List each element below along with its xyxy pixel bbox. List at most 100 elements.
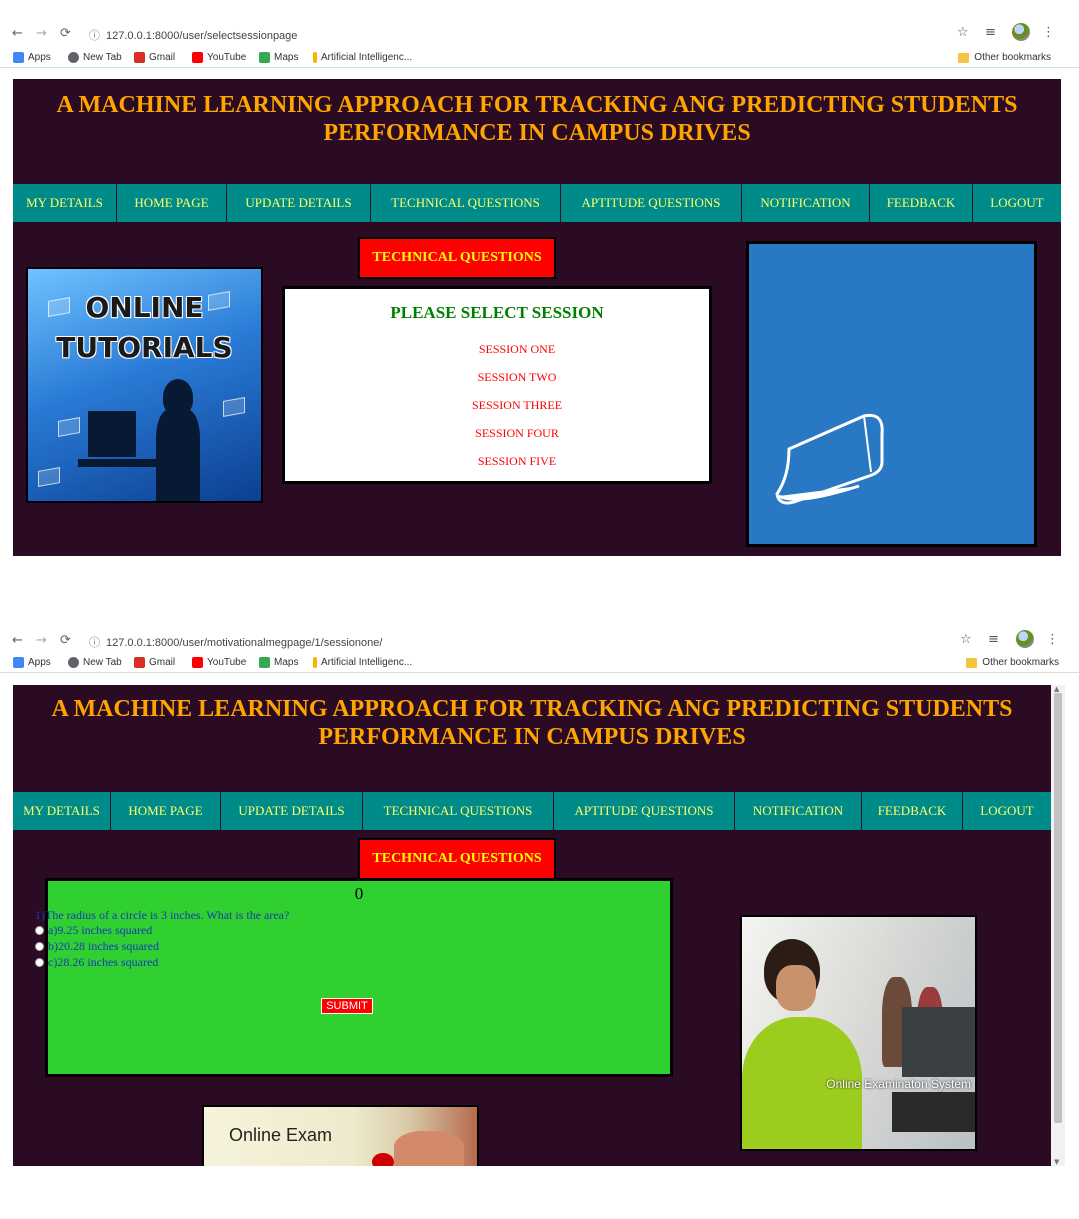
info-icon[interactable]: ⓘ: [89, 30, 100, 42]
reload-icon[interactable]: ⟳: [60, 26, 71, 41]
session-select-panel: PLEASE SELECT SESSION SESSION ONE SESSIO…: [282, 286, 712, 484]
bookmark-label: Maps: [274, 52, 299, 63]
site-title: A MACHINE LEARNING APPROACH FOR TRACKING…: [51, 696, 1013, 750]
menu-notification[interactable]: NOTIFICATION: [735, 792, 862, 830]
session-link-two[interactable]: SESSION TWO: [325, 363, 709, 391]
url-text: 127.0.0.1:8000/user/motivationalmegpage/…: [106, 637, 383, 649]
option-label: a)9.25 inches squared: [48, 923, 153, 937]
folder-icon: [966, 657, 978, 668]
other-bookmarks[interactable]: Other bookmarks: [958, 52, 1051, 63]
hand-graphic: [394, 1131, 464, 1166]
star-icon[interactable]: ☆: [957, 25, 969, 40]
arrow-left-icon[interactable]: ←: [12, 633, 23, 648]
reload-icon[interactable]: ⟳: [60, 633, 71, 648]
menu-my-details[interactable]: MY DETAILS: [13, 184, 117, 222]
bookmark-newtab[interactable]: New Tab: [68, 52, 122, 63]
radio-button[interactable]: [35, 958, 44, 967]
arrow-left-icon[interactable]: ←: [12, 26, 23, 41]
bookmark-label: Apps: [28, 657, 51, 668]
silhouette-monitor: [88, 411, 136, 457]
other-bookmarks-label: Other bookmarks: [974, 52, 1051, 63]
bookmark-apps[interactable]: Apps: [13, 657, 51, 668]
image-tile: [58, 417, 80, 437]
other-bookmarks-label: Other bookmarks: [982, 657, 1059, 668]
session-link-three[interactable]: SESSION THREE: [325, 391, 709, 419]
more-menu-icon[interactable]: ⋮: [1042, 25, 1055, 40]
menu-technical-questions[interactable]: TECHNICAL QUESTIONS: [371, 184, 561, 222]
more-menu-icon[interactable]: ⋮: [1046, 632, 1059, 647]
submit-button[interactable]: SUBMIT: [321, 998, 373, 1014]
scroll-up-icon[interactable]: ▲: [1054, 685, 1059, 693]
bookmark-youtube[interactable]: YouTube: [192, 52, 246, 63]
menu-feedback[interactable]: FEEDBACK: [870, 184, 973, 222]
session-link-five[interactable]: SESSION FIVE: [325, 447, 709, 475]
student-face: [776, 965, 816, 1011]
quiz-option-a[interactable]: a)9.25 inches squared: [35, 923, 152, 938]
menu-aptitude-questions[interactable]: APTITUDE QUESTIONS: [554, 792, 735, 830]
menu-home-page[interactable]: HOME PAGE: [111, 792, 221, 830]
session-title: PLEASE SELECT SESSION: [390, 303, 604, 322]
star-icon[interactable]: ☆: [960, 632, 972, 647]
menu-update-details[interactable]: UPDATE DETAILS: [221, 792, 363, 830]
page-icon: [313, 657, 317, 668]
menu-notification[interactable]: NOTIFICATION: [742, 184, 870, 222]
bookmark-maps[interactable]: Maps: [259, 657, 298, 668]
radio-button[interactable]: [35, 942, 44, 951]
info-icon[interactable]: ⓘ: [89, 637, 100, 649]
bookmark-gmail[interactable]: Gmail: [134, 52, 175, 63]
page-content: A MACHINE LEARNING APPROACH FOR TRACKING…: [13, 79, 1061, 556]
menu-my-details[interactable]: MY DETAILS: [13, 792, 111, 830]
image-word-online: ONLINE: [85, 291, 204, 324]
other-bookmarks[interactable]: Other bookmarks: [966, 657, 1059, 668]
folder-icon: [958, 52, 970, 63]
online-exam-image: Online Exam: [202, 1105, 479, 1166]
menu-aptitude-questions[interactable]: APTITUDE QUESTIONS: [561, 184, 742, 222]
radio-button[interactable]: [35, 926, 44, 935]
quiz-option-b[interactable]: b)20.28 inches squared: [35, 939, 159, 954]
bookmark-ai[interactable]: Artificial Intelligenc...: [313, 657, 412, 668]
bookmark-maps[interactable]: Maps: [259, 52, 298, 63]
bookmark-apps[interactable]: Apps: [13, 52, 51, 63]
section-header: TECHNICAL QUESTIONS: [358, 237, 556, 279]
session-link-four[interactable]: SESSION FOUR: [325, 419, 709, 447]
scroll-down-icon[interactable]: ▼: [1054, 1158, 1059, 1166]
bookmark-label: YouTube: [207, 657, 247, 668]
menu-home-page[interactable]: HOME PAGE: [117, 184, 227, 222]
youtube-icon: [192, 657, 203, 668]
avatar[interactable]: [1016, 630, 1034, 648]
arrow-right-icon[interactable]: →: [36, 26, 47, 41]
menu-technical-questions[interactable]: TECHNICAL QUESTIONS: [363, 792, 554, 830]
scrollbar-thumb[interactable]: [1054, 693, 1062, 1123]
menu-logout[interactable]: LOGOUT: [963, 792, 1051, 830]
main-menu: MY DETAILS HOME PAGE UPDATE DETAILS TECH…: [13, 792, 1051, 830]
menu-update-details[interactable]: UPDATE DETAILS: [227, 184, 371, 222]
session-link-one[interactable]: SESSION ONE: [325, 335, 709, 363]
bookmark-newtab[interactable]: New Tab: [68, 657, 122, 668]
bookmark-gmail[interactable]: Gmail: [134, 657, 175, 668]
avatar[interactable]: [1012, 23, 1030, 41]
apps-grid-icon: [13, 52, 24, 63]
browser-toolbar: ← → ⟳ ⓘ 127.0.0.1:8000/user/motivationalm…: [0, 627, 1079, 655]
main-menu: MY DETAILS HOME PAGE UPDATE DETAILS TECH…: [13, 184, 1061, 222]
mouse-graphic: [372, 1153, 394, 1166]
bookmark-label: Artificial Intelligenc...: [321, 657, 413, 668]
site-title: A MACHINE LEARNING APPROACH FOR TRACKING…: [56, 92, 1018, 146]
address-bar[interactable]: ⓘ 127.0.0.1:8000/user/motivationalmegpage…: [89, 634, 382, 650]
exam-image-caption: Online Exam: [229, 1125, 333, 1145]
gmail-icon: [134, 52, 145, 63]
page-scrollbar[interactable]: ▲ ▼: [1051, 685, 1065, 1166]
gmail-icon: [134, 657, 145, 668]
screenshot-quiz: ← → ⟳ ⓘ 127.0.0.1:8000/user/motivationalm…: [0, 625, 1079, 1170]
arrow-right-icon[interactable]: →: [36, 633, 47, 648]
menu-logout[interactable]: LOGOUT: [973, 184, 1061, 222]
playlist-icon[interactable]: ≡: [985, 25, 996, 40]
silhouette-desk: [78, 459, 188, 467]
bookmark-label: Gmail: [149, 657, 176, 668]
book-graphic-panel: [746, 241, 1037, 547]
menu-feedback[interactable]: FEEDBACK: [862, 792, 963, 830]
playlist-icon[interactable]: ≡: [988, 632, 999, 647]
address-bar[interactable]: ⓘ 127.0.0.1:8000/user/selectsessionpage: [89, 27, 297, 43]
quiz-option-c[interactable]: c)28.26 inches squared: [35, 955, 158, 970]
bookmark-youtube[interactable]: YouTube: [192, 657, 246, 668]
bookmark-ai[interactable]: Artificial Intelligenc...: [313, 52, 412, 63]
